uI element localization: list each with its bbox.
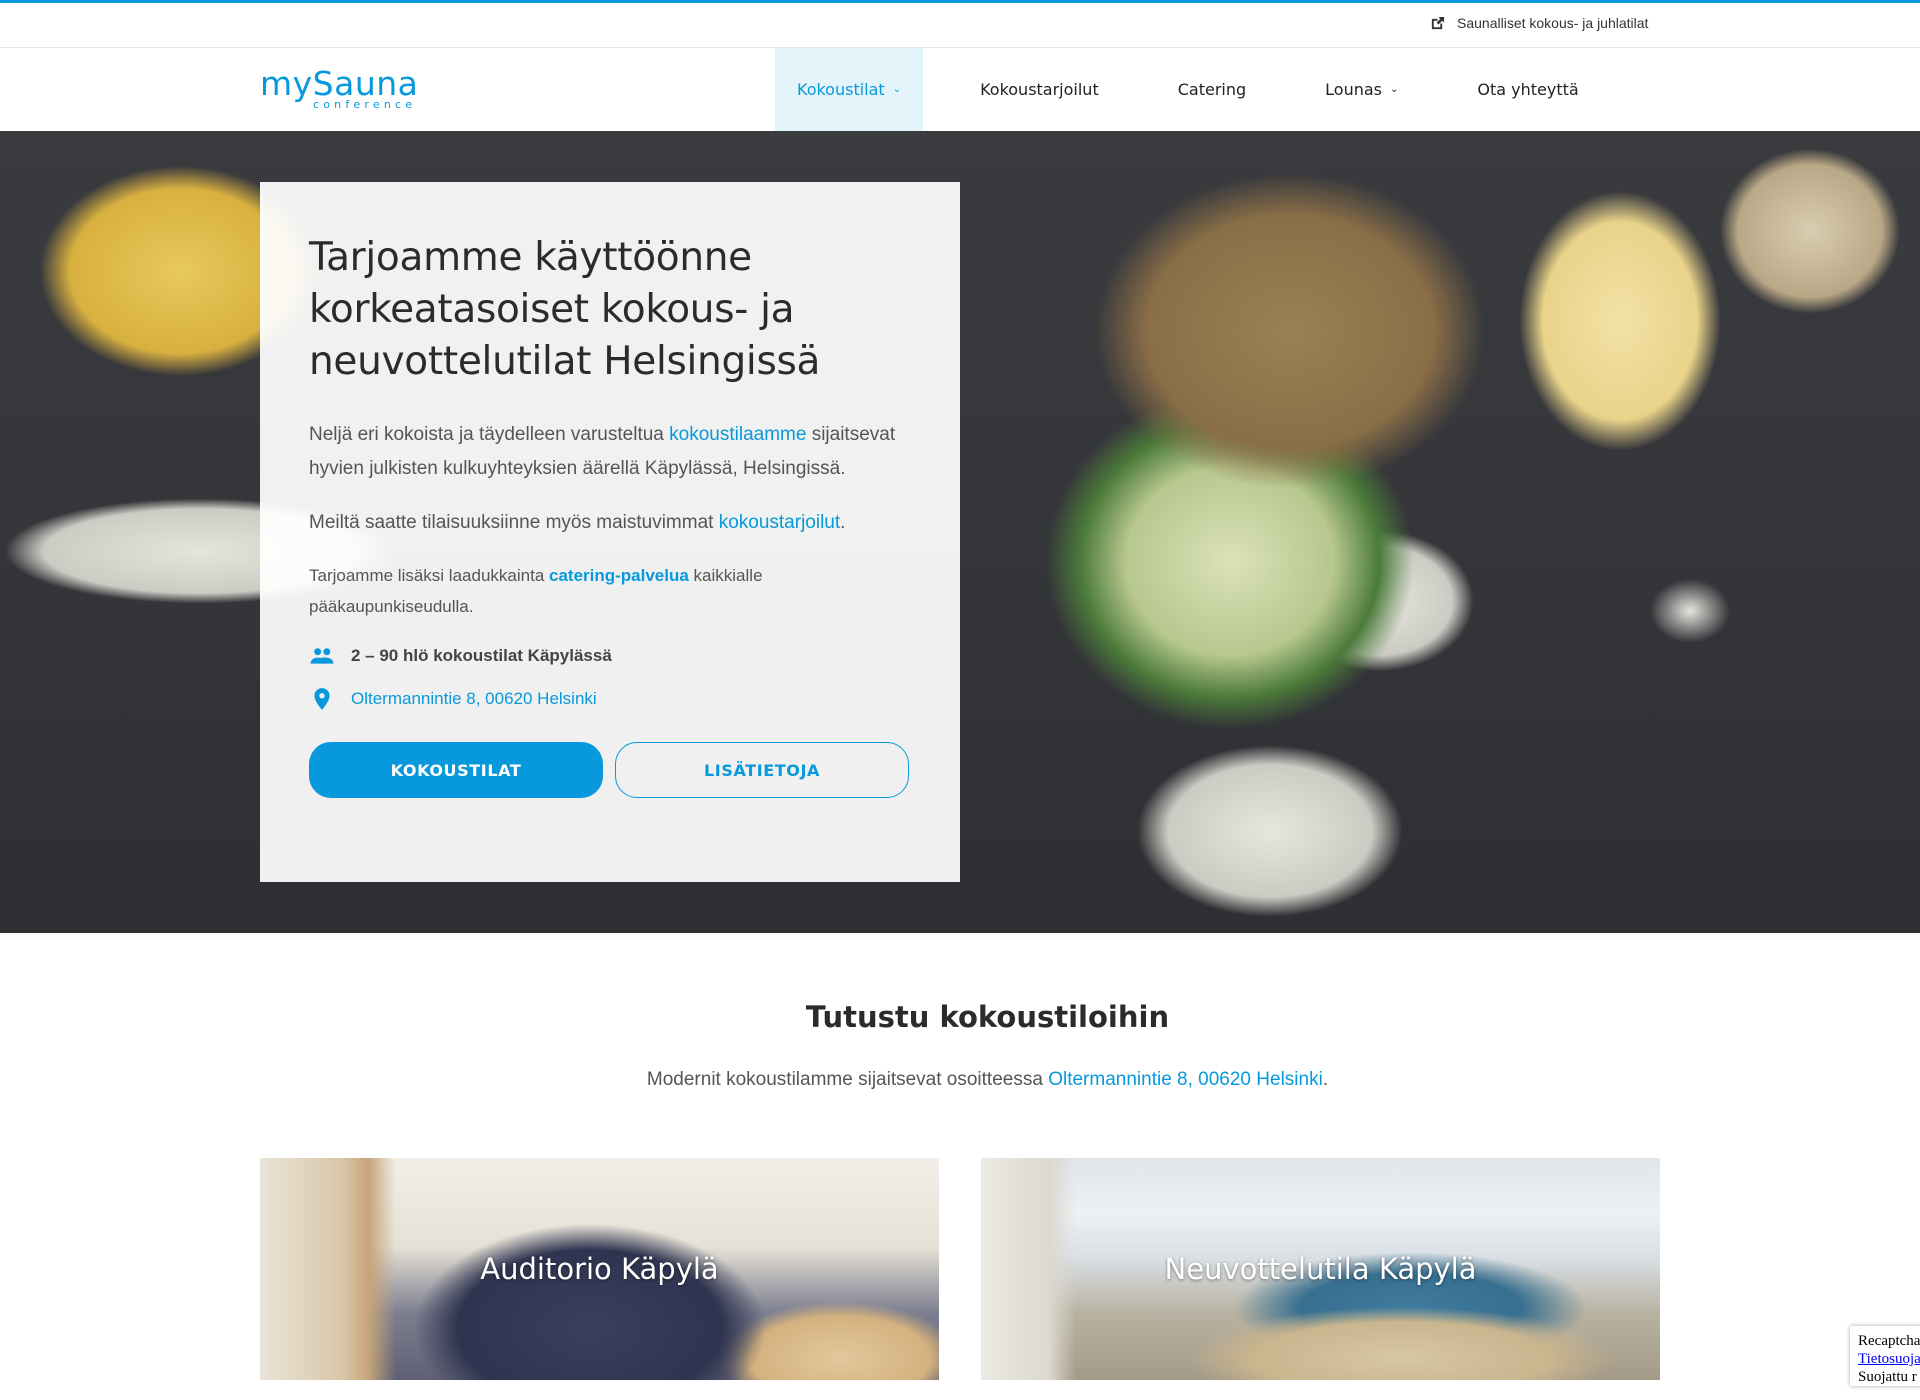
nav-item-ota-yhteytta[interactable]: Ota yhteyttä <box>1455 48 1600 131</box>
hero-banner: Tarjoamme käyttöönne korkeatasoiset koko… <box>0 131 1920 933</box>
room-card-auditorio[interactable]: Auditorio Käpylä <box>260 1158 939 1380</box>
nav-item-label: Kokoustarjoilut <box>980 80 1099 99</box>
hero-intro: Neljä eri kokoista ja täydelleen varuste… <box>309 418 911 486</box>
rooms-subtitle-end: . <box>1322 1069 1329 1090</box>
logo-subtitle: conference <box>313 98 417 111</box>
meeting-catering-link[interactable]: kokoustarjoilut <box>719 512 840 533</box>
room-card-label: Auditorio Käpylä <box>480 1252 719 1286</box>
recaptcha-protected-text: Suojattu r <box>1858 1369 1917 1385</box>
sauna-venues-link[interactable]: Saunalliset kokous- ja juhlatilat <box>1430 15 1648 31</box>
hero-intro-text: Neljä eri kokoista ja täydelleen varuste… <box>309 424 670 445</box>
hero-service-text-start: Tarjoamme lisäksi laadukkainta <box>309 566 549 585</box>
recaptcha-badge: Recaptcha Tietosuoja Suojattu r <box>1850 1326 1920 1386</box>
sauna-venues-link-label: Saunalliset kokous- ja juhlatilat <box>1457 15 1649 31</box>
hero-service-text: Tarjoamme lisäksi laadukkainta catering-… <box>309 560 911 622</box>
capacity-row: 2 – 90 hlö kokoustilat Käpylässä <box>309 642 911 669</box>
catering-service-link[interactable]: catering-palvelua <box>549 566 689 585</box>
nav-item-lounas[interactable]: Lounas ⌄ <box>1303 48 1420 131</box>
rooms-address-link[interactable]: Oltermannintie 8, 00620 Helsinki <box>1048 1069 1323 1090</box>
hero-card: Tarjoamme käyttöönne korkeatasoiset koko… <box>260 182 960 882</box>
top-bar: Saunalliset kokous- ja juhlatilat <box>0 0 1920 48</box>
map-pin-icon <box>314 687 330 710</box>
room-card-label: Neuvottelutila Käpylä <box>1164 1252 1477 1286</box>
room-card-neuvottelutila[interactable]: Neuvottelutila Käpylä <box>981 1158 1660 1380</box>
nav-item-label: Ota yhteyttä <box>1477 80 1579 99</box>
nav-item-kokoustilat[interactable]: Kokoustilat ⌄ <box>775 48 924 131</box>
nav-item-label: Catering <box>1177 80 1247 99</box>
hero-catering-text-end: . <box>840 512 846 533</box>
hero-title: Tarjoamme käyttöönne korkeatasoiset koko… <box>309 235 821 384</box>
external-link-icon <box>1431 16 1445 29</box>
recaptcha-title: Recaptcha <box>1858 1333 1920 1349</box>
main-nav: Kokoustilat ⌄ Kokoustarjoilut Catering L… <box>775 48 1601 131</box>
rooms-section-title: Tutustu kokoustiloihin <box>805 1000 1170 1034</box>
logo[interactable]: mySauna conference <box>260 64 426 112</box>
hero-catering-text: Meiltä saatte tilaisuuksiinne myös maist… <box>309 506 911 540</box>
hero-buttons: KOKOUSTILAT LISÄTIETOJA <box>309 742 911 798</box>
chevron-down-icon: ⌄ <box>892 84 902 95</box>
meeting-rooms-button[interactable]: KOKOUSTILAT <box>309 742 603 798</box>
more-info-button[interactable]: LISÄTIETOJA <box>615 742 909 798</box>
nav-item-catering[interactable]: Catering <box>1156 48 1268 131</box>
hero-catering-text-start: Meiltä saatte tilaisuuksiinne myös maist… <box>309 512 719 533</box>
address-row: Oltermannintie 8, 00620 Helsinki <box>309 685 911 712</box>
chevron-down-icon: ⌄ <box>1389 84 1399 95</box>
rooms-section-subtitle: Modernit kokoustilamme sijaitsevat osoit… <box>0 1069 1920 1091</box>
people-icon <box>310 647 334 664</box>
nav-item-kokoustarjoilut[interactable]: Kokoustarjoilut <box>958 48 1121 131</box>
meeting-rooms-link[interactable]: kokoustilaamme <box>669 424 806 445</box>
nav-item-label: Kokoustilat <box>797 80 885 99</box>
recaptcha-privacy-link[interactable]: Tietosuoja <box>1858 1351 1920 1367</box>
nav-item-label: Lounas <box>1325 80 1382 99</box>
address-link[interactable]: Oltermannintie 8, 00620 Helsinki <box>351 689 597 709</box>
capacity-text: 2 – 90 hlö kokoustilat Käpylässä <box>351 645 612 665</box>
rooms-subtitle-text: Modernit kokoustilamme sijaitsevat osoit… <box>646 1069 1049 1090</box>
site-header: mySauna conference Kokoustilat ⌄ Kokoust… <box>0 48 1920 131</box>
